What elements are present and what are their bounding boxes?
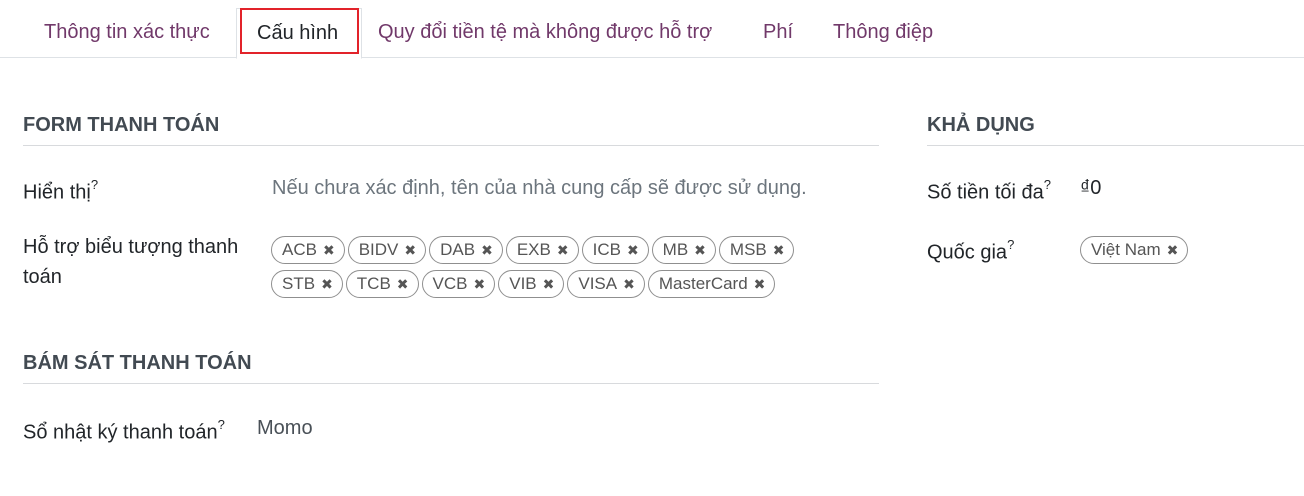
tag-label: VCB (432, 274, 468, 293)
remove-tag-icon[interactable]: ✖ (323, 242, 335, 259)
section-title-payment-tracking: BÁM SÁT THANH TOÁN (23, 352, 879, 384)
tag-label: BIDV (358, 240, 399, 259)
tag: TCB ✖ (345, 270, 419, 298)
country-field[interactable]: Việt Nam ✖ (1080, 236, 1300, 270)
remove-tag-icon[interactable]: ✖ (321, 276, 333, 293)
display-label-text: Hiển thị (23, 181, 91, 204)
tab-credentials[interactable]: Thông tin xác thực (44, 8, 210, 58)
country-label-text: Quốc gia (927, 241, 1008, 264)
tag: VCB ✖ (421, 270, 496, 298)
max-amount-value[interactable]: ₫0 (1080, 173, 1101, 203)
tab-fees[interactable]: Phí (763, 8, 793, 58)
payment-icons-label: Hỗ trợ biểu tượng thanh toán (23, 232, 238, 292)
tag: EXB ✖ (505, 236, 579, 264)
tag-label: Việt Nam (1091, 240, 1161, 259)
remove-tag-icon[interactable]: ✖ (474, 276, 486, 293)
tag-label: MB (662, 240, 689, 259)
remove-tag-icon[interactable]: ✖ (543, 276, 555, 293)
tag: ACB ✖ (271, 236, 345, 264)
tag: VIB ✖ (498, 270, 565, 298)
tag: VISA ✖ (567, 270, 645, 298)
section-title-payment-form: FORM THANH TOÁN (23, 114, 879, 146)
tag-label: DAB (440, 240, 476, 259)
help-icon[interactable]: ? (1044, 177, 1051, 192)
remove-tag-icon[interactable]: ✖ (773, 242, 785, 259)
max-amount-label-text: Số tiền tối đa (927, 181, 1044, 204)
journal-label: Sổ nhật ký thanh toán? (23, 412, 225, 448)
display-label: Hiển thị? (23, 172, 98, 208)
tab-currency-conversion[interactable]: Quy đổi tiền tệ mà không được hỗ trợ (378, 8, 712, 58)
tab-configuration[interactable]: Cấu hình (236, 8, 362, 59)
remove-tag-icon[interactable]: ✖ (1167, 242, 1179, 259)
tag-label: MasterCard (658, 274, 748, 293)
payment-icons-label-line1: Hỗ trợ biểu tượng thanh (23, 236, 239, 258)
tag: MB ✖ (651, 236, 716, 264)
tag-label: EXB (516, 240, 551, 259)
tag-label: ACB (282, 240, 317, 259)
journal-value[interactable]: Momo (257, 413, 313, 443)
remove-tag-icon[interactable]: ✖ (481, 242, 493, 259)
payment-icons-field[interactable]: ACB ✖ BIDV ✖ DAB ✖ EXB ✖ ICB ✖ MB ✖ MSB ✖ STB ✖ TCB ✖ VCB ✖… (271, 236, 831, 304)
remove-tag-icon[interactable]: ✖ (397, 276, 409, 293)
tag-label: STB (282, 274, 316, 293)
tab-messages[interactable]: Thông điệp (833, 8, 933, 58)
tag-label: MSB (729, 240, 767, 259)
tag-label: TCB (356, 274, 391, 293)
journal-label-text: Sổ nhật ký thanh toán (23, 421, 218, 444)
remove-tag-icon[interactable]: ✖ (623, 276, 635, 293)
tag: MasterCard ✖ (647, 270, 776, 298)
help-icon[interactable]: ? (91, 177, 98, 192)
max-amount-label: Số tiền tối đa? (927, 172, 1051, 208)
remove-tag-icon[interactable]: ✖ (694, 242, 706, 259)
tag: Việt Nam ✖ (1080, 236, 1189, 264)
remove-tag-icon[interactable]: ✖ (557, 242, 569, 259)
display-name-input[interactable]: Nếu chưa xác định, tên của nhà cung cấp … (272, 173, 807, 203)
help-icon[interactable]: ? (218, 417, 225, 432)
remove-tag-icon[interactable]: ✖ (627, 242, 639, 259)
tag: STB ✖ (271, 270, 343, 298)
tag: BIDV ✖ (347, 236, 427, 264)
tag-label: VISA (578, 274, 618, 293)
tag: ICB ✖ (581, 236, 649, 264)
tab-configuration-label: Cấu hình (257, 22, 339, 44)
help-icon[interactable]: ? (1007, 237, 1014, 252)
country-label: Quốc gia? (927, 232, 1014, 268)
tag-label: ICB (592, 240, 621, 259)
tab-bar: Thông tin xác thực Cấu hình Quy đổi tiền… (0, 0, 1304, 59)
remove-tag-icon[interactable]: ✖ (404, 242, 416, 259)
section-title-availability: KHẢ DỤNG (927, 114, 1304, 146)
payment-icons-label-line2: toán (23, 266, 62, 288)
remove-tag-icon[interactable]: ✖ (754, 276, 766, 293)
tag: MSB ✖ (718, 236, 795, 264)
tag: DAB ✖ (429, 236, 503, 264)
tag-label: VIB (509, 274, 537, 293)
